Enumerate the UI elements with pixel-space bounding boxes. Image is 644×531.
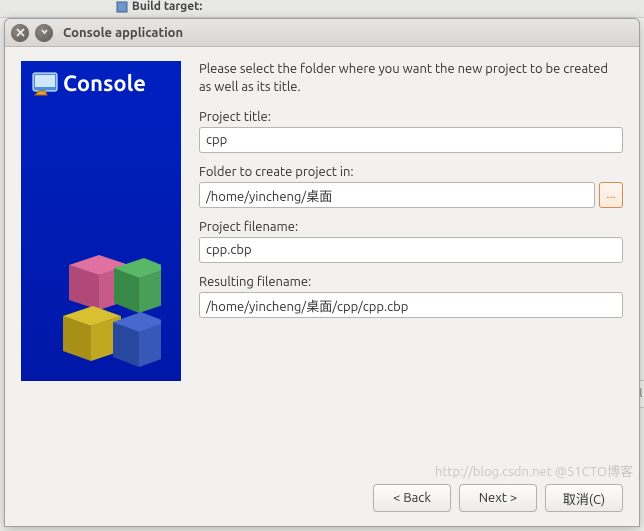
build-target-label: Build target: (115, 0, 202, 14)
console-app-icon (31, 69, 59, 97)
folder-label: Folder to create project in: (199, 165, 623, 179)
minimize-icon[interactable] (35, 24, 53, 42)
cancel-button[interactable]: 取消(C) (545, 484, 623, 512)
close-icon[interactable] (11, 24, 29, 42)
button-bar: < Back Next > 取消(C) (5, 474, 639, 526)
resulting-filename-label: Resulting filename: (199, 275, 623, 289)
wizard-dialog: Console application Console (4, 18, 640, 527)
banner-cubes-image (41, 241, 161, 371)
project-filename-label: Project filename: (199, 220, 623, 234)
browse-button[interactable]: ... (599, 182, 623, 208)
dialog-content: Console (5, 47, 639, 474)
titlebar: Console application (5, 19, 639, 47)
instruction-text: Please select the folder where you want … (199, 61, 623, 96)
project-filename-input[interactable] (199, 237, 623, 263)
background-toolbar: Build target: (0, 0, 644, 18)
wizard-banner: Console (21, 61, 181, 381)
resulting-filename-input[interactable] (199, 292, 623, 318)
window-title: Console application (63, 26, 183, 40)
project-title-label: Project title: (199, 110, 623, 124)
banner-title: Console (63, 71, 146, 96)
back-button[interactable]: < Back (373, 484, 451, 512)
form-area: Please select the folder where you want … (199, 61, 623, 466)
folder-input[interactable] (199, 182, 595, 208)
next-button[interactable]: Next > (459, 484, 537, 512)
project-title-input[interactable] (199, 127, 623, 153)
